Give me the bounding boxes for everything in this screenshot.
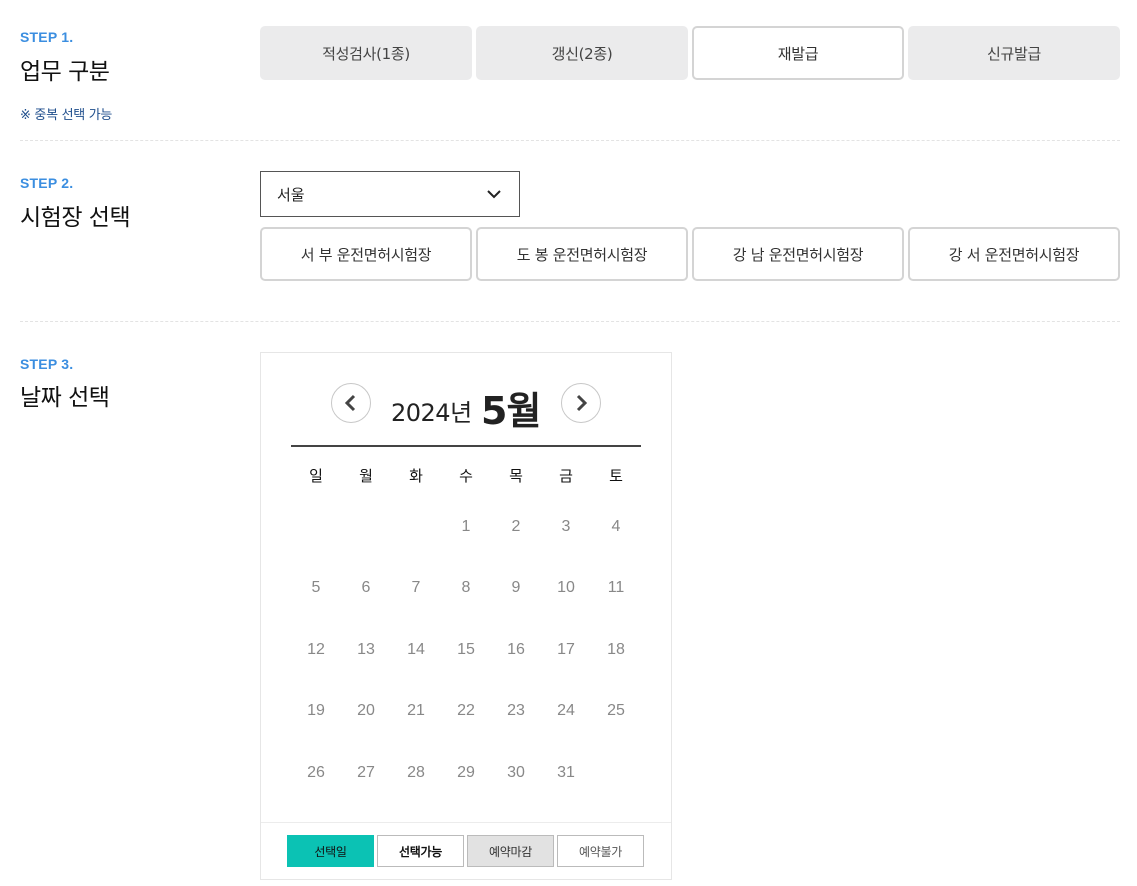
task-button-new-issue[interactable]: 신규발급 <box>908 26 1120 80</box>
chevron-down-icon <box>487 190 501 199</box>
step1-label: STEP 1. <box>20 29 74 45</box>
step3-title: 날짜 선택 <box>20 385 110 411</box>
calendar-day: 25 <box>607 702 625 720</box>
calendar-day: 20 <box>357 702 375 720</box>
calendar-day: 7 <box>411 579 421 597</box>
calendar-day: 30 <box>507 763 525 781</box>
legend-closed: 예약마감 <box>467 835 554 867</box>
calendar-empty-cell <box>291 496 341 558</box>
calendar-day: 15 <box>457 640 475 658</box>
calendar-empty-cell <box>341 496 391 558</box>
chevron-right-icon <box>576 394 588 412</box>
weekday-label: 화 <box>409 467 423 485</box>
calendar-day: 21 <box>407 702 425 720</box>
calendar-day: 14 <box>407 640 425 658</box>
section-divider <box>20 140 1120 141</box>
calendar-day: 18 <box>607 640 625 658</box>
calendar-day: 16 <box>507 640 525 658</box>
chevron-left-icon <box>344 394 356 412</box>
step1-title: 업무 구분 <box>20 59 110 85</box>
calendar-day: 1 <box>461 517 471 535</box>
next-month-button[interactable] <box>561 383 601 423</box>
calendar-day: 17 <box>557 640 575 658</box>
calendar: 2024년 5월 일 월 화 수 목 금 토 1 2 3 4 5 6 7 8 9 10 11 12 13… <box>260 352 672 880</box>
calendar-day: 28 <box>407 763 425 781</box>
calendar-day: 12 <box>307 640 325 658</box>
region-select-value: 서울 <box>277 185 305 204</box>
prev-month-button[interactable] <box>331 383 371 423</box>
center-button-seobu[interactable]: 서 부 운전면허시험장 <box>260 227 472 281</box>
center-button-gangnam[interactable]: 강 남 운전면허시험장 <box>692 227 904 281</box>
center-button-gangseo[interactable]: 강 서 운전면허시험장 <box>908 227 1120 281</box>
calendar-day: 4 <box>611 517 621 535</box>
calendar-day: 8 <box>461 579 471 597</box>
weekday-label: 금 <box>559 467 573 485</box>
calendar-year: 2024년 <box>391 399 472 427</box>
calendar-day: 24 <box>557 702 575 720</box>
region-select[interactable]: 서울 <box>260 171 520 217</box>
calendar-day: 13 <box>357 640 375 658</box>
calendar-month: 5월 <box>481 389 541 433</box>
task-button-renewal[interactable]: 갱신(2종) <box>476 26 688 80</box>
multi-select-note: ※ 중복 선택 가능 <box>20 108 113 123</box>
calendar-day: 5 <box>311 579 321 597</box>
task-button-reissue[interactable]: 재발급 <box>692 26 904 80</box>
calendar-day: 27 <box>357 763 375 781</box>
legend-selected: 선택일 <box>287 835 374 867</box>
calendar-legend: 선택일 선택가능 예약마감 예약불가 <box>261 822 671 880</box>
legend-unavailable: 예약불가 <box>557 835 644 867</box>
calendar-day: 29 <box>457 763 475 781</box>
center-button-dobong[interactable]: 도 봉 운전면허시험장 <box>476 227 688 281</box>
calendar-days-grid: 1 2 3 4 5 6 7 8 9 10 11 12 13 14 15 16 17 18 19 20 21 22 23 24 2… <box>291 496 641 804</box>
step2-title: 시험장 선택 <box>20 205 131 231</box>
calendar-header-rule <box>291 445 641 447</box>
calendar-header: 2024년 5월 <box>261 353 671 447</box>
step3-label: STEP 3. <box>20 356 74 372</box>
calendar-day: 11 <box>607 579 625 597</box>
weekday-label: 일 <box>309 467 323 485</box>
weekday-label: 수 <box>459 467 473 485</box>
weekday-label: 월 <box>359 467 373 485</box>
weekday-label: 토 <box>609 467 623 485</box>
calendar-day: 6 <box>361 579 371 597</box>
calendar-day: 9 <box>511 579 521 597</box>
calendar-day: 23 <box>507 702 525 720</box>
calendar-day: 31 <box>557 763 575 781</box>
task-button-aptitude-test[interactable]: 적성검사(1종) <box>260 26 472 80</box>
step2-label: STEP 2. <box>20 175 74 191</box>
calendar-day: 22 <box>457 702 475 720</box>
section-divider <box>20 321 1120 322</box>
legend-available: 선택가능 <box>377 835 464 867</box>
calendar-day: 2 <box>511 517 521 535</box>
calendar-empty-cell <box>591 742 641 804</box>
calendar-day: 10 <box>557 579 575 597</box>
calendar-day: 19 <box>307 702 325 720</box>
calendar-empty-cell <box>391 496 441 558</box>
calendar-day: 26 <box>307 763 325 781</box>
weekday-label: 목 <box>509 467 523 485</box>
weekday-header: 일 월 화 수 목 금 토 <box>291 465 641 486</box>
calendar-day: 3 <box>561 517 571 535</box>
